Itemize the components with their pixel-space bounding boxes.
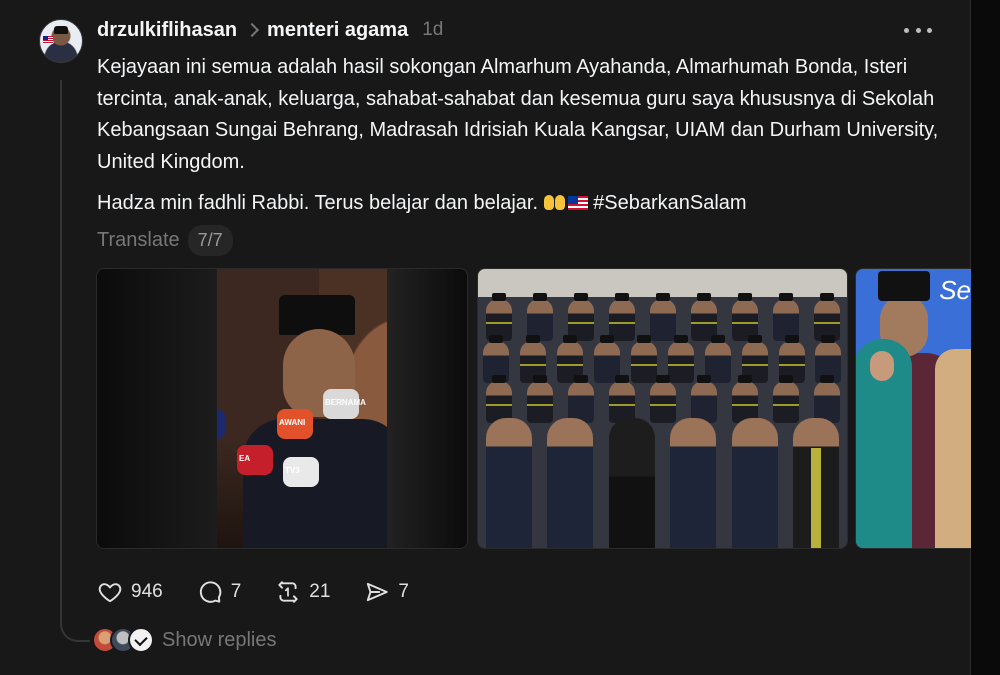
reply-avatar — [128, 627, 154, 653]
man-songkok — [878, 271, 930, 301]
repost-icon — [278, 581, 298, 603]
post-paragraph-2: Hadza min fadhli Rabbi. Terus belajar da… — [97, 188, 947, 220]
translate-link[interactable]: Translate — [97, 229, 180, 252]
camera-foreground-left — [97, 269, 217, 548]
microphone: AWANI — [277, 409, 313, 439]
like-count: 946 — [131, 581, 163, 602]
speaker-suit — [243, 419, 403, 548]
translate-row: Translate 7/7 — [97, 225, 233, 256]
comment-icon — [199, 581, 221, 603]
avatar-songkok — [54, 26, 68, 34]
microphone: EA — [237, 445, 273, 475]
like-button[interactable]: 946 — [97, 575, 163, 609]
post-time[interactable]: 1d — [422, 19, 443, 41]
mic-label: BERNAMA — [325, 398, 366, 407]
image-counter-badge: 7/7 — [187, 225, 233, 256]
post-paragraph-1: Kejayaan ini semua adalah hasil sokongan… — [97, 56, 939, 173]
dot — [915, 27, 921, 33]
person — [670, 418, 717, 548]
person — [547, 418, 594, 548]
person — [731, 418, 778, 548]
post-paragraph-2-text: Hadza min fadhli Rabbi. Terus belajar da… — [97, 192, 539, 214]
person — [667, 335, 694, 383]
action-bar: 946 7 21 7 — [97, 575, 443, 609]
person — [649, 293, 676, 341]
girl-figure — [856, 339, 912, 548]
share-button[interactable]: 7 — [364, 575, 409, 609]
topic-tag[interactable]: menteri agama — [267, 19, 408, 42]
woman-figure — [935, 349, 971, 548]
microphone: TV3 — [283, 457, 319, 487]
repost-button[interactable]: 21 — [275, 575, 330, 609]
more-options-icon[interactable] — [904, 22, 932, 38]
dot — [904, 27, 909, 33]
mic-label: TV3 — [285, 466, 300, 475]
post-header: drzulkiflihasan menteri agama 1d — [97, 16, 443, 44]
author-username[interactable]: drzulkiflihasan — [97, 19, 237, 42]
malaysia-flag-emoji-icon — [567, 196, 588, 210]
post-panel: drzulkiflihasan menteri agama 1d Kejayaa… — [0, 0, 971, 675]
post-image-press[interactable]: AWANI BERNAMA TV3 EA — [96, 268, 468, 549]
share-count: 7 — [398, 581, 409, 602]
backdrop-text: Se — [939, 275, 971, 305]
person — [793, 418, 840, 548]
post-image-group[interactable] — [477, 268, 848, 549]
comment-button[interactable]: 7 — [197, 575, 242, 609]
hashtag-link[interactable]: #SebarkanSalam — [593, 192, 746, 214]
post-image-family[interactable]: Se — [855, 268, 971, 549]
page-background-strip — [971, 0, 1000, 675]
comment-count: 7 — [230, 581, 242, 602]
person — [631, 335, 657, 383]
raised-hands-emoji-icon — [543, 193, 566, 211]
thread-curve — [60, 610, 90, 642]
post-body: Kejayaan ini semua adalah hasil sokongan… — [97, 52, 947, 220]
person — [485, 418, 532, 548]
flag-icon — [43, 36, 53, 44]
thread-line — [60, 80, 62, 620]
person — [608, 418, 655, 548]
repost-count: 21 — [309, 581, 331, 602]
show-replies-row[interactable]: Show replies — [92, 627, 277, 653]
send-icon — [367, 582, 389, 602]
chevron-right-icon — [244, 22, 260, 38]
show-replies-link[interactable]: Show replies — [162, 629, 277, 652]
mic-label: AWANI — [279, 418, 306, 427]
microphone: BERNAMA — [323, 389, 366, 419]
author-avatar[interactable] — [39, 19, 83, 63]
heart-icon — [98, 583, 122, 603]
mic-label: EA — [239, 454, 251, 463]
camera-foreground-right — [387, 269, 467, 548]
dot — [927, 27, 932, 33]
front-row — [478, 408, 847, 548]
